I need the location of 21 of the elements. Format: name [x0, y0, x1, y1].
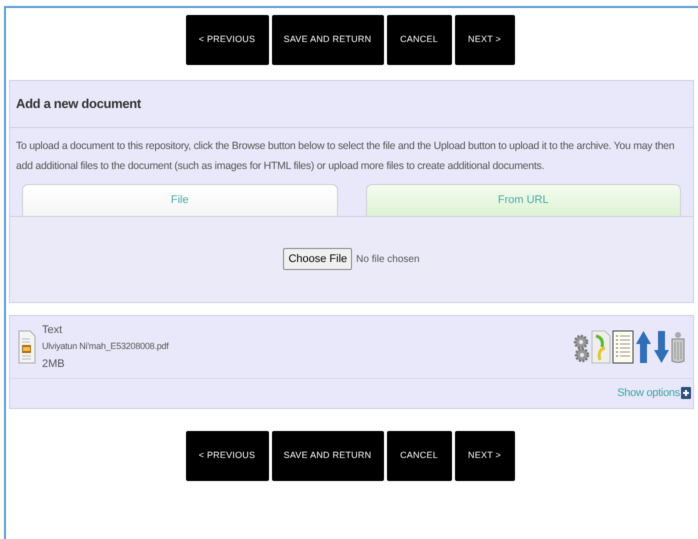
- nav-button[interactable]: < PREVIOUS: [186, 15, 268, 65]
- nav-button[interactable]: CANCEL: [386, 15, 452, 65]
- nav-button[interactable]: NEXT >: [454, 430, 514, 480]
- section-title: Add a new document: [10, 81, 693, 128]
- nav-button[interactable]: SAVE AND RETURN: [272, 15, 384, 65]
- document-size: 2MB: [42, 356, 66, 372]
- nav-button[interactable]: CANCEL: [386, 430, 452, 480]
- instructions-text: To upload a document to this repository, click the Browse button below to select the file and the Upload button to upload it to the archive. You may then add additional files to the document (such as images for HTML files) or upload more files to create additional documents.: [15, 138, 676, 174]
- move-down-icon[interactable]: [653, 330, 670, 364]
- file-status-text: No file chosen: [356, 252, 420, 266]
- plus-icon[interactable]: [681, 387, 691, 400]
- nav-button[interactable]: SAVE AND RETURN: [272, 430, 384, 480]
- nav-button[interactable]: NEXT >: [454, 15, 514, 65]
- nav-button[interactable]: < PREVIOUS: [186, 430, 268, 480]
- document-icon: [18, 330, 36, 364]
- move-up-icon[interactable]: [635, 330, 652, 364]
- document-type: Text: [42, 322, 64, 338]
- choose-file-button[interactable]: Choose File: [283, 248, 352, 270]
- trash-icon[interactable]: [671, 330, 685, 364]
- document-filename: Ulviyatun Ni'mah_E53208008.pdf: [42, 340, 169, 353]
- document-list-icon[interactable]: [612, 330, 634, 364]
